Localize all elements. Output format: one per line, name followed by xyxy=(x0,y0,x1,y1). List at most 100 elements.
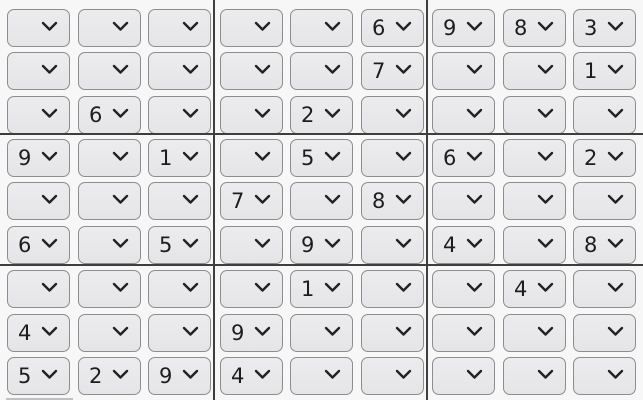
cell-r2-c8[interactable] xyxy=(503,52,566,90)
cell-r7-c4[interactable] xyxy=(220,270,283,308)
cell-r8-c7[interactable] xyxy=(432,314,495,352)
cell-r5-c8[interactable] xyxy=(503,182,566,220)
cell-r3-c2[interactable]: 6 xyxy=(78,96,141,134)
cell-r4-c8[interactable] xyxy=(503,139,566,177)
chevron-down-icon xyxy=(324,282,341,293)
cell-r4-c5[interactable]: 5 xyxy=(290,139,353,177)
cell-r8-c5[interactable] xyxy=(290,314,353,352)
cell-r8-c3[interactable] xyxy=(148,314,211,352)
cell-r3-c4[interactable] xyxy=(220,96,283,134)
cell-r6-c2[interactable] xyxy=(78,226,141,264)
cell-r4-c9[interactable]: 2 xyxy=(573,139,636,177)
cell-r5-c6[interactable]: 8 xyxy=(361,182,424,220)
cell-r9-c9[interactable] xyxy=(573,357,636,395)
cell-value: 9 xyxy=(231,321,245,345)
cell-r1-c1[interactable] xyxy=(7,9,70,47)
chevron-down-icon xyxy=(466,194,483,205)
chevron-down-icon xyxy=(607,194,624,205)
cell-r1-c8[interactable]: 8 xyxy=(503,9,566,47)
cell-r4-c1[interactable]: 9 xyxy=(7,139,70,177)
cell-r4-c4[interactable] xyxy=(220,139,283,177)
cell-r7-c6[interactable] xyxy=(361,270,424,308)
cell-r6-c8[interactable] xyxy=(503,226,566,264)
cell-r5-c1[interactable] xyxy=(7,182,70,220)
cell-r9-c5[interactable] xyxy=(290,357,353,395)
cell-r4-c3[interactable]: 1 xyxy=(148,139,211,177)
cell-r9-c3[interactable]: 9 xyxy=(148,357,211,395)
cell-r9-c8[interactable] xyxy=(503,357,566,395)
cell-r7-c5[interactable]: 1 xyxy=(290,270,353,308)
cell-r2-c3[interactable] xyxy=(148,52,211,90)
cell-r1-c7[interactable]: 9 xyxy=(432,9,495,47)
cell-r5-c7[interactable] xyxy=(432,182,495,220)
cell-r2-c9[interactable]: 1 xyxy=(573,52,636,90)
cell-r8-c1[interactable]: 4 xyxy=(7,314,70,352)
chevron-down-icon xyxy=(112,369,129,380)
cell-r5-c5[interactable] xyxy=(290,182,353,220)
cell-value: 4 xyxy=(231,364,245,388)
cell-r3-c7[interactable] xyxy=(432,96,495,134)
chevron-down-icon xyxy=(537,282,554,293)
cell-r3-c9[interactable] xyxy=(573,96,636,134)
cell-r2-c4[interactable] xyxy=(220,52,283,90)
cell-r8-c6[interactable] xyxy=(361,314,424,352)
cell-r7-c9[interactable] xyxy=(573,270,636,308)
cell-r1-c4[interactable] xyxy=(220,9,283,47)
cell-r2-c5[interactable] xyxy=(290,52,353,90)
cell-r3-c1[interactable] xyxy=(7,96,70,134)
cell-r2-c1[interactable] xyxy=(7,52,70,90)
cell-r9-c4[interactable]: 4 xyxy=(220,357,283,395)
cell-value: 6 xyxy=(443,146,457,170)
cell-r5-c2[interactable] xyxy=(78,182,141,220)
cell-r1-c2[interactable] xyxy=(78,9,141,47)
cell-r2-c6[interactable]: 7 xyxy=(361,52,424,90)
cell-r1-c5[interactable] xyxy=(290,9,353,47)
cell-r9-c2[interactable]: 2 xyxy=(78,357,141,395)
cell-r5-c9[interactable] xyxy=(573,182,636,220)
cell-r3-c6[interactable] xyxy=(361,96,424,134)
cell-r8-c8[interactable] xyxy=(503,314,566,352)
cell-r7-c8[interactable]: 4 xyxy=(503,270,566,308)
cell-r4-c2[interactable] xyxy=(78,139,141,177)
chevron-down-icon xyxy=(324,21,341,32)
cell-r4-c6[interactable] xyxy=(361,139,424,177)
cell-value: 5 xyxy=(301,146,315,170)
cell-r6-c9[interactable]: 8 xyxy=(573,226,636,264)
cell-r1-c9[interactable]: 3 xyxy=(573,9,636,47)
cell-r6-c4[interactable] xyxy=(220,226,283,264)
cell-r5-c3[interactable] xyxy=(148,182,211,220)
cell-r3-c5[interactable]: 2 xyxy=(290,96,353,134)
cell-r6-c1[interactable]: 6 xyxy=(7,226,70,264)
cell-r9-c1[interactable]: 5 xyxy=(7,357,70,395)
cell-r7-c2[interactable] xyxy=(78,270,141,308)
chevron-down-icon xyxy=(466,326,483,337)
cell-r7-c3[interactable] xyxy=(148,270,211,308)
cell-value: 7 xyxy=(372,59,386,83)
cell-value: 1 xyxy=(584,59,598,83)
cell-r6-c7[interactable]: 4 xyxy=(432,226,495,264)
chevron-down-icon xyxy=(395,326,412,337)
cell-r6-c3[interactable]: 5 xyxy=(148,226,211,264)
chevron-down-icon xyxy=(607,326,624,337)
cell-r3-c8[interactable] xyxy=(503,96,566,134)
cell-r8-c4[interactable]: 9 xyxy=(220,314,283,352)
cell-r1-c3[interactable] xyxy=(148,9,211,47)
cell-r3-c3[interactable] xyxy=(148,96,211,134)
cell-r2-c2[interactable] xyxy=(78,52,141,90)
cell-r8-c9[interactable] xyxy=(573,314,636,352)
cell-r6-c6[interactable] xyxy=(361,226,424,264)
cell-r8-c2[interactable] xyxy=(78,314,141,352)
cell-r1-c6[interactable]: 6 xyxy=(361,9,424,47)
cell-r2-c7[interactable] xyxy=(432,52,495,90)
cell-value: 8 xyxy=(514,16,528,40)
chevron-down-icon xyxy=(254,151,271,162)
chevron-down-icon xyxy=(254,194,271,205)
chevron-down-icon xyxy=(607,238,624,249)
cell-r6-c5[interactable]: 9 xyxy=(290,226,353,264)
cell-r9-c7[interactable] xyxy=(432,357,495,395)
cell-r7-c1[interactable] xyxy=(7,270,70,308)
cell-r4-c7[interactable]: 6 xyxy=(432,139,495,177)
cell-r5-c4[interactable]: 7 xyxy=(220,182,283,220)
cell-r9-c6[interactable] xyxy=(361,357,424,395)
cell-r7-c7[interactable] xyxy=(432,270,495,308)
